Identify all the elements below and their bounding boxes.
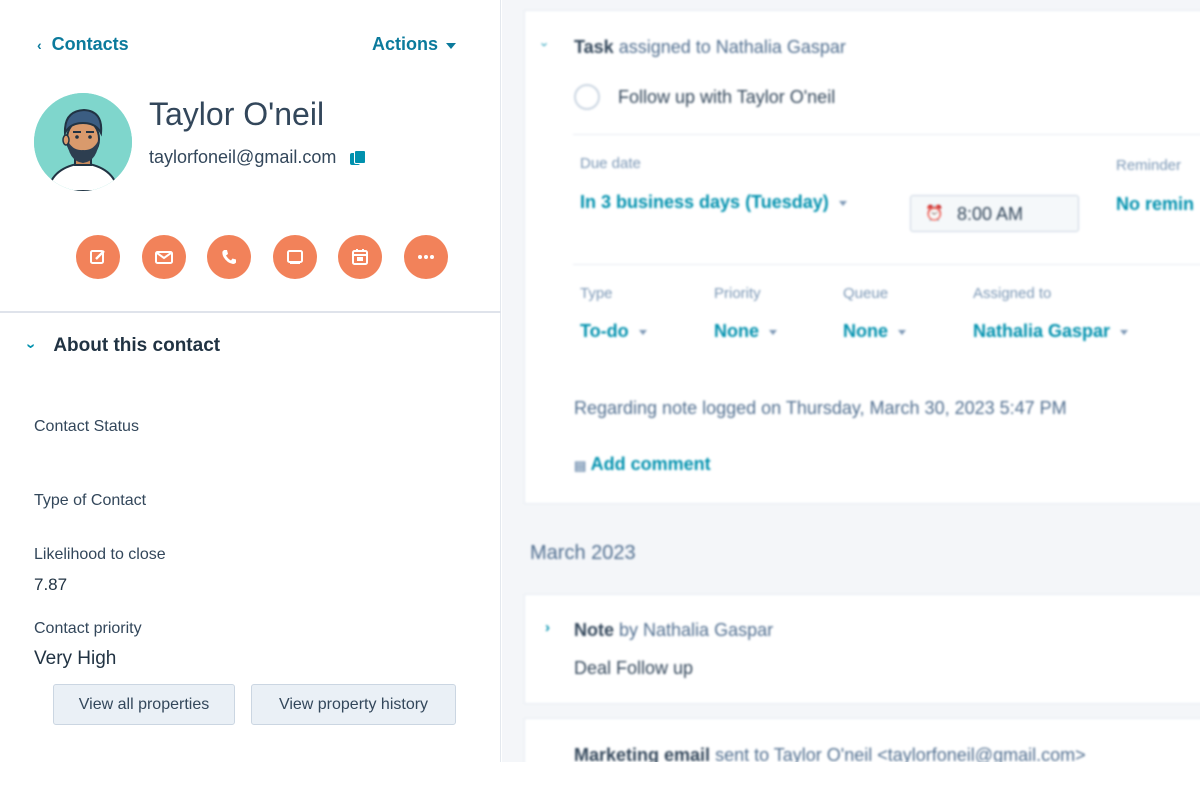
caret-down-icon [838, 200, 847, 206]
add-comment-label: Add comment [590, 454, 711, 474]
caret-down-icon [898, 329, 906, 335]
chevron-down-icon: › [22, 343, 40, 349]
task-icon [286, 250, 303, 264]
complete-task-checkbox[interactable] [574, 84, 600, 110]
activity-timeline: › Task assigned to Nathalia Gaspar Follo… [502, 0, 1200, 762]
queue-label: Queue [843, 285, 889, 302]
chevron-left-icon: ‹ [37, 36, 42, 53]
task-header[interactable]: Task assigned to Nathalia Gaspar [574, 37, 846, 58]
about-section-toggle[interactable]: › About this contact [23, 335, 221, 357]
type-dropdown[interactable]: To-do [580, 321, 647, 342]
schedule-meeting-button[interactable] [338, 235, 382, 279]
type-value: To-do [580, 321, 629, 341]
reminder-value[interactable]: No remin [1116, 194, 1194, 215]
queue-dropdown[interactable]: None [843, 321, 906, 342]
alarm-clock-icon: ⏰ [925, 205, 944, 222]
call-button[interactable] [207, 235, 251, 279]
divider [573, 264, 1200, 265]
assigned-to-dropdown[interactable]: Nathalia Gaspar [973, 321, 1129, 342]
regarding-text: Regarding note logged on Thursday, March… [574, 398, 1067, 418]
note-header[interactable]: Note by Nathalia Gaspar [574, 620, 773, 641]
priority-label: Priority [714, 285, 761, 302]
contact-record-page: ‹ Contacts Actions Taylor O'neil taylorf… [0, 0, 1200, 795]
note-card: › Note by Nathalia Gaspar Deal Follow up [524, 594, 1200, 704]
priority-dropdown[interactable]: None [714, 321, 777, 342]
email-icon [154, 251, 173, 264]
due-date-label: Due date [580, 155, 641, 172]
chevron-down-icon[interactable]: › [538, 42, 553, 46]
caret-down-icon [769, 329, 777, 335]
actions-dropdown[interactable]: Actions [372, 34, 457, 55]
assigned-to-value: Nathalia Gaspar [973, 321, 1111, 341]
meeting-icon [352, 249, 368, 265]
divider [573, 134, 1200, 135]
task-assigned-text: assigned to Nathalia Gaspar [618, 37, 846, 57]
more-actions-button[interactable] [403, 235, 448, 279]
task-card: › Task assigned to Nathalia Gaspar Follo… [524, 10, 1200, 504]
marketing-email-card: Marketing email sent to Taylor O'neil <t… [524, 718, 1200, 762]
timeline-content: › Task assigned to Nathalia Gaspar Follo… [502, 0, 1200, 762]
type-label: Type [580, 285, 613, 302]
queue-value: None [843, 321, 888, 341]
page-bottom-strip [0, 762, 1200, 795]
contact-name: Taylor O'neil [149, 96, 325, 132]
caret-down-icon [446, 42, 457, 49]
marketing-email-sent-text: sent to Taylor O'neil <taylorfoneil@gmai… [715, 745, 1086, 762]
note-icon [90, 250, 105, 264]
comment-icon: ▤ [574, 458, 587, 473]
sidebar-header: ‹ Contacts Actions [0, 0, 501, 90]
person-avatar-icon [34, 93, 132, 191]
contact-email-row: taylorfoneil@gmail.com [149, 147, 367, 168]
note-by-text: by Nathalia Gaspar [619, 620, 774, 640]
about-section-title: About this contact [53, 335, 221, 356]
caret-down-icon [638, 329, 647, 335]
task-kind: Task [574, 37, 614, 57]
priority-value: None [714, 321, 759, 341]
note-kind: Note [574, 620, 614, 640]
back-link-label: Contacts [51, 34, 129, 54]
avatar [34, 93, 132, 191]
property-value-likelihood[interactable]: 7.87 [34, 575, 67, 595]
due-time-value: 8:00 AM [957, 204, 1024, 224]
quick-action-buttons [76, 235, 448, 279]
reminder-label: Reminder [1116, 157, 1182, 174]
property-label-type-of-contact: Type of Contact [34, 492, 147, 509]
view-property-history-button[interactable]: View property history [251, 684, 456, 725]
property-label-contact-status: Contact Status [34, 418, 139, 435]
contact-email: taylorfoneil@gmail.com [149, 147, 337, 167]
create-note-button[interactable] [76, 235, 120, 279]
due-date-dropdown[interactable]: In 3 business days (Tuesday) [580, 192, 847, 213]
back-to-contacts-link[interactable]: ‹ Contacts [37, 34, 129, 55]
note-body: Deal Follow up [574, 658, 694, 678]
send-email-button[interactable] [141, 235, 186, 279]
marketing-email-header[interactable]: Marketing email sent to Taylor O'neil <t… [574, 745, 1086, 762]
task-title[interactable]: Follow up with Taylor O'neil [618, 87, 835, 108]
property-label-contact-priority: Contact priority [34, 620, 142, 637]
month-header: March 2023 [530, 542, 636, 564]
due-time-input[interactable]: ⏰ 8:00 AM [910, 195, 1079, 232]
section-divider [0, 311, 501, 313]
actions-label: Actions [372, 34, 439, 54]
chevron-right-icon[interactable]: › [545, 619, 550, 636]
marketing-email-kind: Marketing email [574, 745, 711, 762]
contact-sidebar: ‹ Contacts Actions Taylor O'neil taylorf… [0, 0, 501, 762]
copy-icon[interactable] [350, 149, 367, 166]
due-date-value: In 3 business days (Tuesday) [580, 192, 829, 212]
property-value-contact-priority[interactable]: Very High [34, 648, 116, 670]
caret-down-icon [1120, 329, 1129, 335]
view-all-properties-button[interactable]: View all properties [53, 684, 235, 725]
property-label-likelihood: Likelihood to close [34, 546, 166, 563]
create-task-button[interactable] [272, 235, 317, 279]
more-icon [417, 255, 434, 259]
call-icon [222, 250, 236, 264]
add-comment-link[interactable]: ▤ Add comment [574, 454, 711, 475]
assigned-to-label: Assigned to [973, 285, 1052, 302]
